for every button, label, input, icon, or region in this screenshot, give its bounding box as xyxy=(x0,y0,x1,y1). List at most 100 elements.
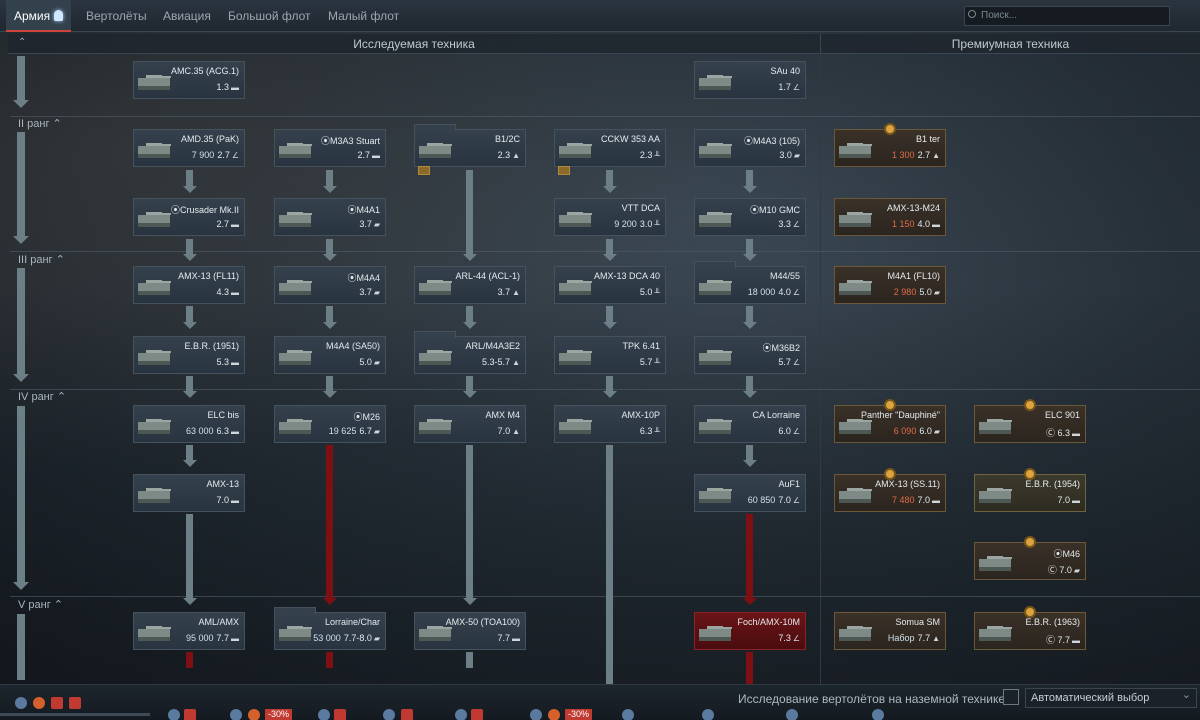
vehicle-card-panther-dauphine[interactable]: Panther "Dauphiné" 6 090 6.0 ▰ xyxy=(834,399,946,443)
event-icon: Ⓒ xyxy=(1045,635,1058,645)
booster-icon[interactable] xyxy=(33,697,45,709)
tree-connector xyxy=(186,306,193,322)
vehicle-card-aml-amx[interactable]: AML/AMX 95 000 7.7 ▬ xyxy=(133,612,245,650)
vehicle-card-m4a4sa50[interactable]: M4A4 (SA50) 5.0 ▰ xyxy=(274,336,386,374)
vehicle-group-b1-2c[interactable]: B1/2C 2.3 ▲ xyxy=(414,124,526,175)
vehicle-card-amx13fl11[interactable]: AMX-13 (FL11) 4.3 ▬ xyxy=(133,266,245,304)
rank-label-4[interactable]: IV ранг ⌃ xyxy=(18,390,66,403)
vehicle-card-m4a4[interactable]: ⦿M4A4 3.7 ▰ xyxy=(274,266,386,304)
rank-label-5[interactable]: V ранг ⌃ xyxy=(18,598,63,611)
rank-label-2[interactable]: II ранг ⌃ xyxy=(18,117,62,130)
gold-cost: 1 150 xyxy=(891,219,915,229)
booster-icon xyxy=(248,709,260,720)
tab-army[interactable]: Армия xyxy=(6,0,72,32)
vehicle-name: AML/AMX xyxy=(198,617,239,627)
role-spaa-icon: ╨ xyxy=(654,427,660,436)
vehicle-card-m46[interactable]: ⦿M46 Ⓒ 7.0 ▰ xyxy=(974,536,1086,580)
vehicle-card-m26[interactable]: ⦿M26 19 625 6.7 ▰ xyxy=(274,405,386,443)
vehicle-br: 5.3 ▬ xyxy=(216,357,239,367)
vehicle-card-foch[interactable]: Foch/AMX-10M 7.3 ∠ xyxy=(694,612,806,650)
role-light-tank-icon: ▬ xyxy=(231,634,239,643)
research-icon[interactable] xyxy=(15,697,27,709)
vehicle-group-arl-m4a3e2[interactable]: ARL/M4A3E2 5.3-5.7 ▲ xyxy=(414,331,526,374)
vehicle-br: 53 000 7.7-8.0 ▰ xyxy=(313,633,380,643)
vehicle-name-text: M36B2 xyxy=(771,343,800,353)
tab-bluewater-fleet[interactable]: Большой флот xyxy=(220,0,319,32)
vehicle-card-tpk641[interactable]: TPK 6.41 5.7 ╨ xyxy=(554,336,666,374)
tab-helicopters[interactable]: Вертолёты xyxy=(78,0,155,32)
tank-icon xyxy=(418,274,452,296)
vehicle-card-elc901[interactable]: ELC 901 Ⓒ 6.3 ▬ xyxy=(974,399,1086,443)
vehicle-group-m44-55[interactable]: M44/55 18 000 4.0 ∠ xyxy=(694,261,806,304)
vehicle-card-m4a1fl10[interactable]: M4A1 (FL10) 2 980 5.0 ▰ xyxy=(834,266,946,304)
br-value: 7.7 xyxy=(497,633,510,643)
tree-connector-locked xyxy=(326,652,333,668)
vehicle-card-cckw[interactable]: CCKW 353 AA 2.3 ╨ xyxy=(554,129,666,175)
vehicle-br: 2 980 5.0 ▰ xyxy=(894,287,940,297)
vehicle-group-lorraine-char[interactable]: Lorraine/Char 53 000 7.7-8.0 ▰ xyxy=(274,607,386,650)
vehicle-card-amc35[interactable]: AMC.35 (ACG.1) 1.3 ▬ xyxy=(133,61,245,99)
auto-select-dropdown[interactable]: Автоматический выбор xyxy=(1025,686,1197,708)
rank-progress-arrow-head xyxy=(13,582,29,590)
rank-progress-arrow-head xyxy=(13,236,29,244)
search-input[interactable]: Поиск... xyxy=(964,6,1170,26)
vehicle-name: AMX-13 xyxy=(206,479,239,489)
role-spaa-icon: ╨ xyxy=(654,358,660,367)
vehicle-card-amx13ss11[interactable]: AMX-13 (SS.11) 7 480 7.0 ▬ xyxy=(834,468,946,512)
vehicle-card-calorraine[interactable]: CA Lorraine 6.0 ∠ xyxy=(694,405,806,443)
vehicle-name: ELC bis xyxy=(207,410,239,420)
list-icon[interactable] xyxy=(51,697,63,709)
tank-icon xyxy=(137,69,171,91)
slot-icon xyxy=(786,709,798,720)
vehicle-card-amd35[interactable]: AMD.35 (PaK) 7 900 2.7 ∠ xyxy=(133,129,245,167)
vehicle-br: 1.7 ∠ xyxy=(778,82,800,92)
vehicle-card-ebr1951[interactable]: E.B.R. (1951) 5.3 ▬ xyxy=(133,336,245,374)
tree-connector-head xyxy=(743,460,757,467)
role-medium-tank-icon: ▰ xyxy=(373,288,380,297)
tab-aviation[interactable]: Авиация xyxy=(155,0,219,32)
vehicle-card-amx13m24[interactable]: AMX-13-M24 1 150 4.0 ▬ xyxy=(834,198,946,236)
slot-icon xyxy=(318,709,330,720)
vehicle-br: 2.7 ▬ xyxy=(357,150,380,160)
vehicle-card-amxm4[interactable]: AMX M4 7.0 ▲ xyxy=(414,405,526,443)
vehicle-br: 5.0 ▰ xyxy=(359,357,380,367)
vehicle-card-m4a3-105[interactable]: ⦿M4A3 (105) 3.0 ▰ xyxy=(694,129,806,167)
vehicle-card-ebr1954[interactable]: E.B.R. (1954) 7.0 ▬ xyxy=(974,468,1086,512)
role-td-icon: ∠ xyxy=(231,151,239,160)
slot-icon xyxy=(230,709,242,720)
vehicle-card-m4a1[interactable]: ⦿M4A1 3.7 ▰ xyxy=(274,198,386,236)
vehicle-card-auf1[interactable]: AuF1 60 850 7.0 ∠ xyxy=(694,474,806,512)
vehicle-card-ebr1963[interactable]: E.B.R. (1963) Ⓒ 7.7 ▬ xyxy=(974,606,1086,650)
vehicle-card-crusader[interactable]: ⦿Crusader Mk.II 2.7 ▬ xyxy=(133,198,245,236)
vehicle-card-vtt-dca[interactable]: VTT DCA 9 200 3.0 ╨ xyxy=(554,198,666,236)
rank-label-3[interactable]: III ранг ⌃ xyxy=(18,253,65,266)
reward-badge-icon xyxy=(558,166,570,175)
vehicle-card-sau40[interactable]: SAu 40 1.7 ∠ xyxy=(694,61,806,99)
vehicle-br: 5.3-5.7 ▲ xyxy=(482,357,520,367)
vehicle-card-arl44acl1[interactable]: ARL-44 (ACL-1) 3.7 ▲ xyxy=(414,266,526,304)
vehicle-name: ELC 901 xyxy=(1044,410,1080,420)
vehicle-name: AMC.35 (ACG.1) xyxy=(170,66,239,76)
tree-connector xyxy=(746,376,753,391)
heli-research-checkbox[interactable] xyxy=(1003,689,1019,705)
vehicle-card-somua[interactable]: Somua SM Набор 7.7 ▲ xyxy=(834,612,946,650)
discount-icon[interactable] xyxy=(69,697,81,709)
vehicle-br: 7.3 ∠ xyxy=(778,633,800,643)
vehicle-card-amx13dca40[interactable]: AMX-13 DCA 40 5.0 ╨ xyxy=(554,266,666,304)
br-value: 5.7 xyxy=(778,357,791,367)
vehicle-card-m36b2[interactable]: ⦿M36B2 5.7 ∠ xyxy=(694,336,806,374)
vehicle-card-b1ter[interactable]: B1 ter 1 300 2.7 ▲ xyxy=(834,123,946,167)
vehicle-card-elcbis[interactable]: ELC bis 63 000 6.3 ▬ xyxy=(133,405,245,443)
vehicle-card-m10gmc[interactable]: ⦿M10 GMC 3.3 ∠ xyxy=(694,198,806,236)
discount-badge: -30% xyxy=(265,709,293,720)
premium-divider xyxy=(820,54,821,684)
vehicle-card-amx50[interactable]: AMX-50 (TOA100) 7.7 ▬ xyxy=(414,612,526,650)
br-value: 2.7 xyxy=(217,150,230,160)
tree-connector xyxy=(466,376,473,391)
vehicle-card-amx10p[interactable]: AMX-10P 6.3 ╨ xyxy=(554,405,666,443)
vehicle-card-m3a3[interactable]: ⦿M3A3 Stuart 2.7 ▬ xyxy=(274,129,386,167)
tank-icon xyxy=(558,206,592,228)
vehicle-card-amx13[interactable]: AMX-13 7.0 ▬ xyxy=(133,474,245,512)
tab-coastal-fleet[interactable]: Малый флот xyxy=(320,0,407,32)
tank-icon xyxy=(418,344,452,366)
